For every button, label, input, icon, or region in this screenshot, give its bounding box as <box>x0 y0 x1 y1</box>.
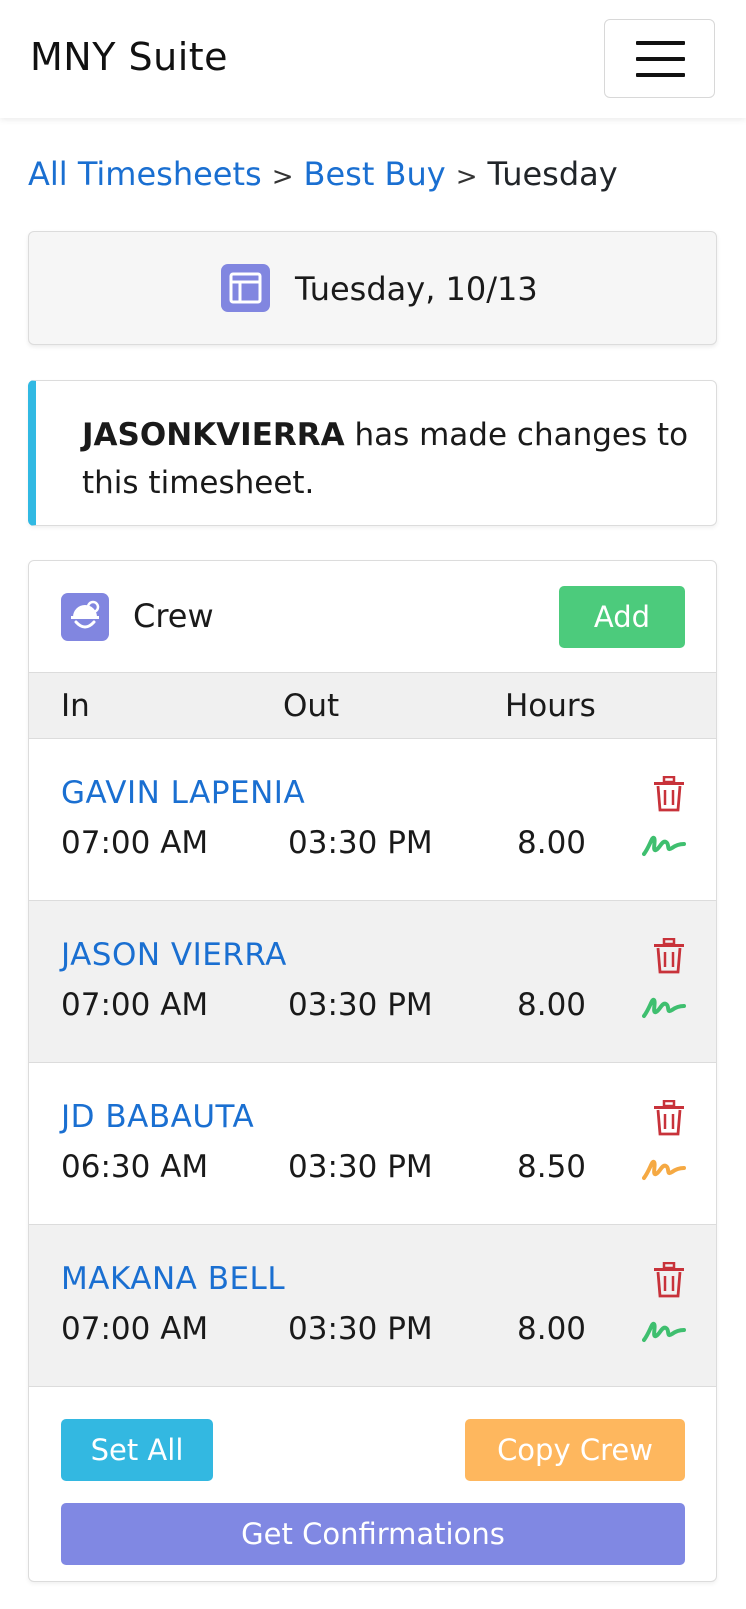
hours-value: 8.00 <box>517 825 587 861</box>
time-out: 03:30 PM <box>288 1311 433 1347</box>
get-confirmations-button[interactable]: Get Confirmations <box>61 1503 685 1565</box>
breadcrumb-all-timesheets[interactable]: All Timesheets <box>28 155 262 193</box>
table-row: JD BABAUTA 06:30 AM 03:30 PM 8.50 <box>29 1063 716 1225</box>
set-all-button[interactable]: Set All <box>61 1419 213 1481</box>
copy-crew-button[interactable]: Copy Crew <box>465 1419 685 1481</box>
crew-member-name[interactable]: JD BABAUTA <box>61 1099 254 1135</box>
breadcrumb-separator: > <box>455 162 478 192</box>
menu-toggle-button[interactable] <box>604 19 715 98</box>
navbar: MNY Suite <box>0 0 746 118</box>
trash-icon[interactable] <box>653 776 685 812</box>
table-row: GAVIN LAPENIA 07:00 AM 03:30 PM 8.00 <box>29 739 716 901</box>
crew-card: Crew Add In Out Hours GAVIN LAPENIA 07:0… <box>28 560 717 1582</box>
crew-member-name[interactable]: GAVIN LAPENIA <box>61 775 305 811</box>
time-out: 03:30 PM <box>288 1149 433 1185</box>
crew-member-name[interactable]: MAKANA BELL <box>61 1261 285 1297</box>
time-in: 07:00 AM <box>61 987 209 1023</box>
hours-value: 8.50 <box>517 1149 587 1185</box>
trash-icon[interactable] <box>653 1262 685 1298</box>
brand-title[interactable]: MNY Suite <box>30 35 228 79</box>
worker-helmet-icon <box>61 593 109 641</box>
signature-icon[interactable] <box>642 992 686 1020</box>
timesheet-date: Tuesday, 10/13 <box>295 270 538 308</box>
hours-value: 8.00 <box>517 1311 587 1347</box>
trash-icon[interactable] <box>653 938 685 974</box>
hours-value: 8.00 <box>517 987 587 1023</box>
time-in: 07:00 AM <box>61 1311 209 1347</box>
add-crew-button[interactable]: Add <box>559 586 685 648</box>
breadcrumb: All Timesheets > Best Buy > Tuesday <box>28 155 618 193</box>
crew-title: Crew <box>133 597 214 635</box>
column-hours: Hours <box>505 688 596 724</box>
hamburger-icon-bar <box>636 73 685 77</box>
column-out: Out <box>283 688 340 724</box>
hamburger-icon <box>636 41 685 45</box>
signature-icon[interactable] <box>642 1316 686 1344</box>
breadcrumb-separator: > <box>271 162 294 192</box>
table-row: JASON VIERRA 07:00 AM 03:30 PM 8.00 <box>29 901 716 1063</box>
alert-message: JASONKVIERRA has made changes to this ti… <box>82 411 702 507</box>
table-row: MAKANA BELL 07:00 AM 03:30 PM 8.00 <box>29 1225 716 1387</box>
change-alert: JASONKVIERRA has made changes to this ti… <box>28 380 717 526</box>
date-card: Tuesday, 10/13 <box>28 231 717 345</box>
calendar-icon <box>221 264 270 312</box>
column-in: In <box>61 688 90 724</box>
crew-member-name[interactable]: JASON VIERRA <box>61 937 287 973</box>
hamburger-icon-bar <box>636 57 685 61</box>
alert-user: JASONKVIERRA <box>82 417 345 453</box>
time-in: 07:00 AM <box>61 825 209 861</box>
crew-actions: Set All Copy Crew Get Confirmations <box>29 1393 716 1581</box>
breadcrumb-current: Tuesday <box>487 155 618 193</box>
time-out: 03:30 PM <box>288 987 433 1023</box>
table-header: In Out Hours <box>29 672 716 739</box>
signature-icon[interactable] <box>642 1154 686 1182</box>
trash-icon[interactable] <box>653 1100 685 1136</box>
breadcrumb-best-buy[interactable]: Best Buy <box>304 155 446 193</box>
signature-icon[interactable] <box>642 830 686 858</box>
time-in: 06:30 AM <box>61 1149 209 1185</box>
time-out: 03:30 PM <box>288 825 433 861</box>
